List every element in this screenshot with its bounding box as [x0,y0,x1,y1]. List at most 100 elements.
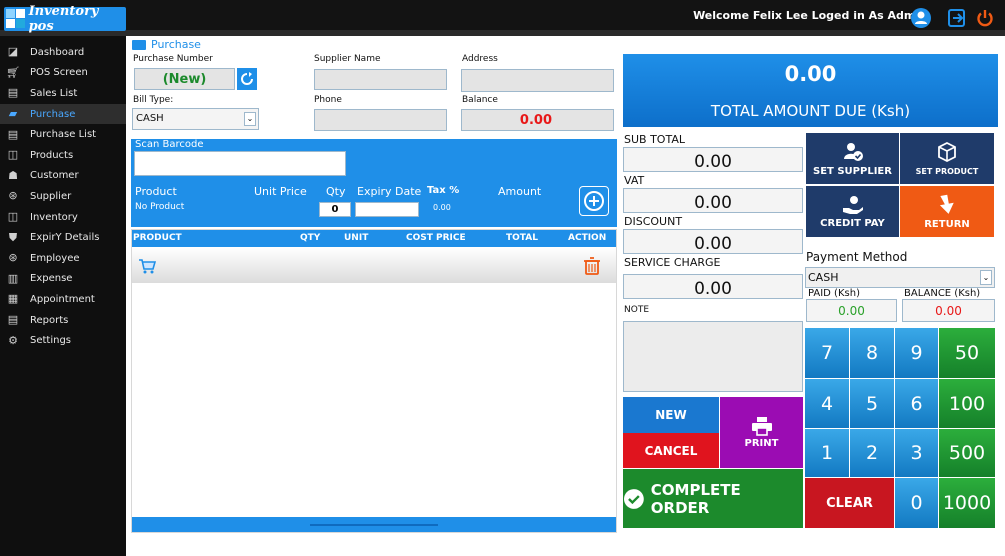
items-table: PRODUCT QTY UNIT COST PRICE TOTAL ACTION [131,229,617,533]
payment-method-select[interactable]: CASH ⌄ [805,267,995,288]
sidebar-item-reports[interactable]: ▤ Reports [0,310,126,331]
return-button[interactable]: RETURN [900,186,994,237]
bill-type-value: CASH [136,113,164,124]
amount-header: Amount [498,185,542,198]
clear-button[interactable]: CLEAR [805,478,894,528]
credit-pay-button[interactable]: CREDIT PAY [806,186,899,237]
balance-label: Balance [462,95,498,105]
cancel-button[interactable]: CANCEL [623,433,719,468]
sidebar-item-label: Inventory [30,211,78,223]
sidebar-item-dashboard[interactable]: ◪ Dashboard [0,42,126,63]
sidebar-item-sales-list[interactable]: ▤ Sales List [0,83,126,104]
scan-barcode-label: Scan Barcode [135,139,204,150]
sidebar-item-label: Products [30,149,74,161]
key-2[interactable]: 2 [850,429,894,477]
key-6[interactable]: 6 [895,379,938,428]
balance-ksh-field: 0.00 [902,299,995,322]
add-item-button[interactable] [579,186,609,216]
service-charge-field[interactable]: 0.00 [623,274,803,299]
sidebar-item-expense[interactable]: ▥ Expense [0,269,126,290]
barcode-input[interactable] [134,151,346,176]
supplier-icon [843,142,863,161]
shield-icon: ⛊ [8,230,18,244]
sidebar-item-inventory[interactable]: ◫ Inventory [0,207,126,228]
key-4[interactable]: 4 [805,379,849,428]
key-7[interactable]: 7 [805,328,849,378]
key-5[interactable]: 5 [850,379,894,428]
payment-method-label: Payment Method [806,250,908,264]
expiry-date-input[interactable] [355,202,419,217]
purchase-number-field[interactable]: (New) [134,68,235,90]
key-8[interactable]: 8 [850,328,894,378]
paid-field[interactable]: 0.00 [806,299,897,322]
employee-icon: ⊛ [8,251,18,265]
address-field[interactable] [461,69,614,92]
sidebar-item-label: ExpirY Details [30,232,100,244]
user-icon[interactable] [911,8,931,28]
new-button[interactable]: NEW [623,397,719,433]
supplier-name-field[interactable] [314,69,447,90]
discount-label: DISCOUNT [624,215,683,228]
key-1[interactable]: 1 [805,429,849,477]
sidebar-item-label: Purchase List [30,129,97,141]
key-500[interactable]: 500 [939,429,995,477]
product-header: Product [135,185,177,198]
key-9[interactable]: 9 [895,328,938,378]
sidebar-item-employee[interactable]: ⊛ Employee [0,248,126,269]
box-icon [938,141,956,163]
delete-icon[interactable] [584,257,600,275]
sidebar-item-label: Appointment [30,293,95,305]
plus-circle-icon [584,191,604,211]
truck-icon: ▰ [8,107,18,121]
key-1000[interactable]: 1000 [939,478,995,528]
phone-field[interactable] [314,109,447,131]
sidebar-item-appointment[interactable]: ▦ Appointment [0,289,126,310]
page-title-text: Purchase [151,38,201,51]
sidebar-item-products[interactable]: ◫ Products [0,145,126,166]
credit-pay-icon [842,195,863,214]
total-amount-label: TOTAL AMOUNT DUE (Ksh) [710,102,911,120]
table-header: PRODUCT QTY UNIT COST PRICE TOTAL ACTION [132,230,616,247]
column-product: PRODUCT [133,233,182,243]
sidebar-item-purchase-list[interactable]: ▤ Purchase List [0,124,126,145]
box-icon: ◫ [7,148,19,162]
sidebar-item-purchase[interactable]: ▰ Purchase [0,103,126,125]
sidebar-item-pos-screen[interactable]: 🛒︎ POS Screen [0,63,126,84]
logout-icon[interactable] [947,8,967,28]
key-3[interactable]: 3 [895,429,938,477]
note-input[interactable] [623,321,803,392]
sidebar-item-supplier[interactable]: ⊛ Supplier [0,186,126,207]
set-supplier-button[interactable]: SET SUPPLIER [806,133,899,184]
note-label: NOTE [624,305,650,315]
scrollbar[interactable] [310,524,438,526]
service-charge-label: SERVICE CHARGE [624,256,721,269]
key-50[interactable]: 50 [939,328,995,378]
key-100[interactable]: 100 [939,379,995,428]
qty-input[interactable]: 0 [319,202,351,217]
customer-icon: ☗ [8,168,18,182]
power-icon[interactable] [975,8,995,28]
print-label: PRINT [744,438,779,449]
discount-field[interactable]: 0.00 [623,229,803,254]
set-product-button[interactable]: SET PRODUCT [900,133,994,184]
print-button[interactable]: PRINT [720,397,803,468]
column-unit: UNIT [344,233,369,243]
sidebar-item-label: Supplier [30,190,72,202]
dashboard-icon: ◪ [7,45,19,59]
complete-order-button[interactable]: COMPLETE ORDER [623,469,803,528]
money-icon: ▥ [7,271,19,285]
calendar-icon: ▦ [7,292,19,306]
sidebar-item-expiry-details[interactable]: ⛊ ExpirY Details [0,227,126,248]
refresh-button[interactable] [237,68,257,90]
sidebar-item-settings[interactable]: ⚙ Settings [0,330,126,351]
sidebar-item-customer[interactable]: ☗ Customer [0,166,126,187]
sidebar-item-label: Purchase [30,108,76,120]
unit-price-header: Unit Price [254,185,307,198]
bill-type-label: Bill Type: [133,95,174,105]
key-0[interactable]: 0 [895,478,938,528]
bill-type-select[interactable]: CASH ⌄ [132,108,259,130]
tax-header: Tax % [427,185,460,196]
expiry-header: Expiry Date [357,185,422,198]
table-footer [132,517,616,532]
column-cost-price: COST PRICE [406,233,466,243]
